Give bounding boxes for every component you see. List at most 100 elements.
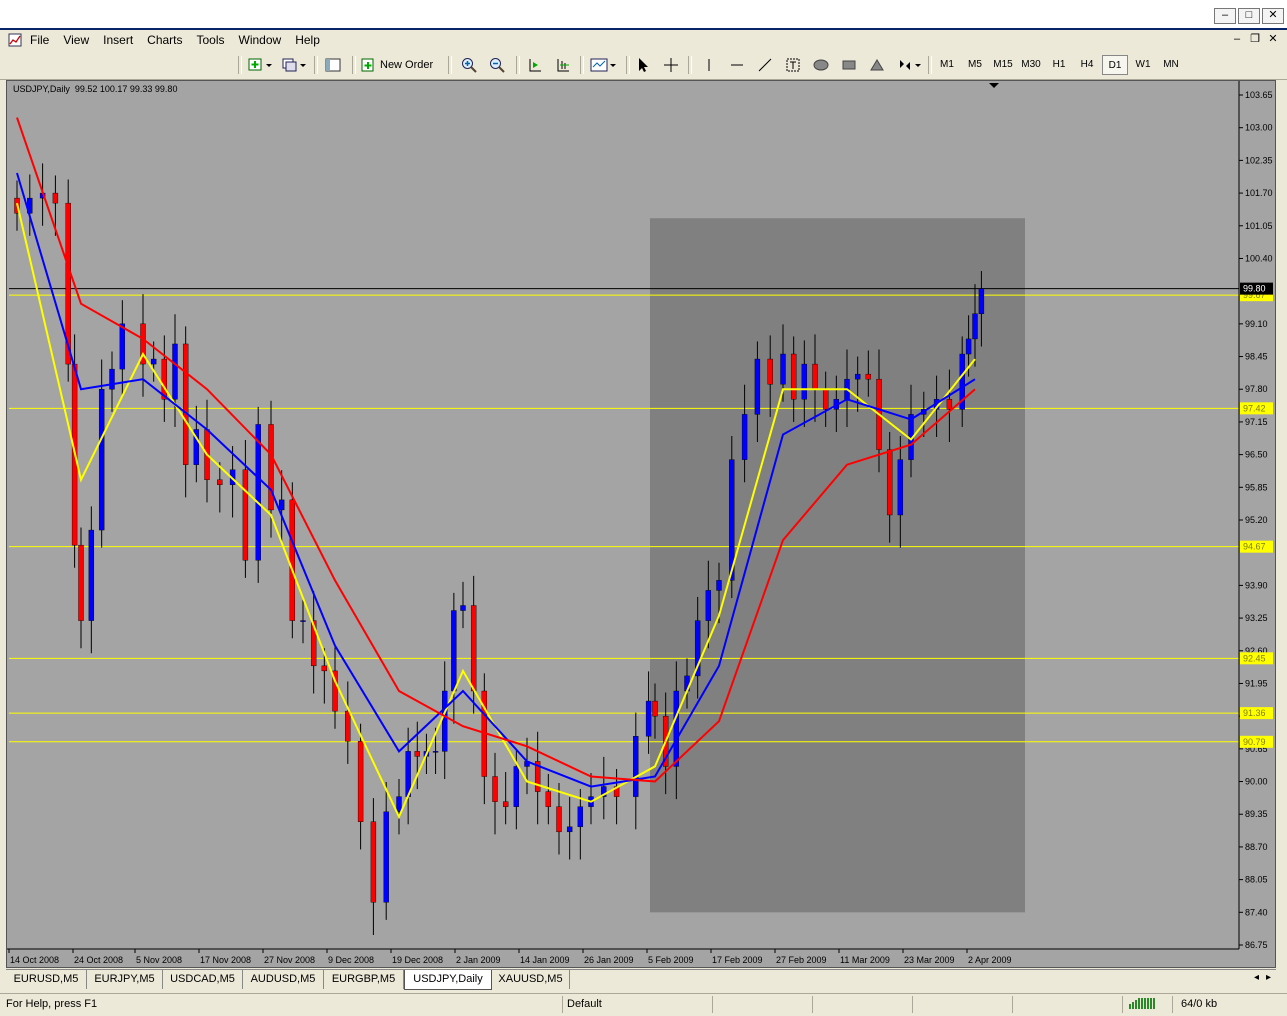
arrows-tool[interactable] — [894, 55, 924, 75]
minimize-button[interactable]: – — [1214, 8, 1236, 24]
auto-scroll-button[interactable] — [524, 55, 546, 75]
chart-tab-xauusd-m5[interactable]: XAUUSD,M5 — [492, 970, 570, 989]
menu-item-insert[interactable]: Insert — [103, 33, 133, 47]
menu-item-window[interactable]: Window — [239, 33, 282, 47]
triangle-tool[interactable] — [866, 55, 888, 75]
date-tick-label: 14 Oct 2008 — [10, 955, 59, 965]
navigator-button[interactable] — [322, 55, 344, 75]
menu-item-charts[interactable]: Charts — [147, 33, 182, 47]
menu-item-file[interactable]: File — [30, 33, 49, 47]
date-tick-label: 5 Nov 2008 — [136, 955, 182, 965]
price-tick-label: 88.05 — [1245, 875, 1268, 885]
candle-body — [217, 479, 223, 485]
date-tick-label: 2 Jan 2009 — [456, 955, 501, 965]
chart-tab-usdcad-m5[interactable]: USDCAD,M5 — [163, 970, 243, 989]
candle-body — [150, 358, 157, 365]
price-tick-label: 97.80 — [1245, 384, 1268, 394]
plot-area — [9, 83, 1239, 949]
text-tool-icon — [786, 58, 800, 72]
status-cell-empty — [912, 996, 1012, 1013]
candle-body — [383, 811, 389, 903]
date-tick-label: 27 Feb 2009 — [776, 955, 827, 965]
maximize-button[interactable]: □ — [1238, 8, 1260, 24]
text-tool[interactable] — [782, 55, 804, 75]
chart-tab-eurjpy-m5[interactable]: EURJPY,M5 — [87, 970, 163, 989]
status-profile: Default — [562, 996, 712, 1013]
price-tick-label: 91.95 — [1245, 678, 1268, 688]
tab-scroll-left-icon[interactable]: ◂ — [1254, 972, 1259, 983]
candle-body — [645, 700, 652, 737]
arrows-icon — [900, 60, 921, 70]
candle-body — [255, 424, 261, 561]
mdi-minimize-button[interactable]: – — [1229, 32, 1245, 46]
candle-body — [300, 620, 306, 622]
menu-item-view[interactable]: View — [63, 33, 89, 47]
price-tick-label: 96.50 — [1245, 450, 1268, 460]
new-order-button[interactable]: New Order — [360, 55, 438, 75]
candlestick-chart[interactable]: 103.65 103.00 102.35 101.70 101.05 100.40 99.1… — [7, 81, 1275, 967]
indicators-button[interactable] — [588, 55, 618, 75]
timeframe-m15-button[interactable]: M15 — [990, 55, 1016, 75]
toolbar-separator — [516, 56, 520, 74]
close-button[interactable]: ✕ — [1262, 8, 1284, 24]
candle-body — [767, 358, 773, 385]
date-tick-label: 17 Nov 2008 — [200, 955, 251, 965]
menu-item-tools[interactable]: Tools — [197, 33, 225, 47]
price-tick-label: 87.40 — [1245, 907, 1268, 917]
timeframe-h1-button[interactable]: H1 — [1046, 55, 1072, 75]
rectangle-tool[interactable] — [838, 55, 860, 75]
chart-tab-usdjpy-daily[interactable]: USDJPY,Daily — [404, 970, 492, 990]
app-chart-icon[interactable] — [8, 33, 22, 47]
candle-body — [673, 690, 680, 767]
candle-body — [172, 343, 178, 400]
mdi-close-button[interactable]: ✕ — [1265, 32, 1281, 46]
chart-shift-button[interactable] — [552, 55, 574, 75]
timeframe-mn-button[interactable]: MN — [1158, 55, 1184, 75]
profiles-icon — [282, 58, 306, 72]
date-tick-label: 27 Nov 2008 — [264, 955, 315, 965]
new-chart-button[interactable] — [246, 55, 274, 75]
timeframe-d1-button[interactable]: D1 — [1102, 55, 1128, 75]
menu-item-help[interactable]: Help — [295, 33, 320, 47]
date-tick-label: 2 Apr 2009 — [968, 955, 1012, 965]
timeframe-m1-button[interactable]: M1 — [934, 55, 960, 75]
chart-tab-audusd-m5[interactable]: AUDUSD,M5 — [243, 970, 324, 989]
chart-tab-eurusd-m5[interactable]: EURUSD,M5 — [6, 970, 87, 989]
candle-body — [886, 449, 893, 516]
zoom-out-button[interactable] — [486, 55, 508, 75]
chart-window[interactable]: 103.65 103.00 102.35 101.70 101.05 100.40 99.1… — [6, 80, 1276, 968]
toolbar-separator — [580, 56, 584, 74]
zoom-in-button[interactable] — [458, 55, 480, 75]
vertical-line-icon — [708, 59, 710, 71]
price-tick-label: 101.70 — [1245, 188, 1273, 198]
price-tick-label: 93.25 — [1245, 613, 1268, 623]
candle-body — [345, 710, 351, 742]
toolbar-separator — [238, 56, 242, 74]
navigator-window-icon — [325, 58, 341, 72]
toolbar-separator — [626, 56, 630, 74]
vertical-line-tool[interactable] — [698, 55, 720, 75]
timeframe-h4-button[interactable]: H4 — [1074, 55, 1100, 75]
cursor-tool-button[interactable] — [632, 55, 654, 75]
toolbar: New Order M1 M5 M15 M30 H1 H4 D1 W1 MN — [0, 51, 1287, 80]
price-tick-label: 88.70 — [1245, 842, 1268, 852]
candle-body — [897, 459, 904, 516]
current-price-label: 99.80 — [1243, 284, 1266, 294]
timeframe-m30-button[interactable]: M30 — [1018, 55, 1044, 75]
trendline-tool[interactable] — [754, 55, 776, 75]
candle-body — [357, 741, 364, 822]
profiles-button[interactable] — [280, 55, 308, 75]
candle-body — [854, 373, 861, 380]
crosshair-tool-button[interactable] — [660, 55, 682, 75]
mdi-restore-button[interactable]: ❐ — [1247, 32, 1263, 46]
candle-body — [946, 399, 953, 410]
horizontal-line-tool[interactable] — [726, 55, 748, 75]
timeframe-m5-button[interactable]: M5 — [962, 55, 988, 75]
tab-scroll-right-icon[interactable]: ▸ — [1266, 972, 1271, 983]
candle-body — [88, 529, 95, 621]
timeframe-w1-button[interactable]: W1 — [1130, 55, 1156, 75]
ellipse-tool[interactable] — [810, 55, 832, 75]
candle-body — [432, 751, 439, 753]
chart-tab-eurgbp-m5[interactable]: EURGBP,M5 — [324, 970, 404, 989]
status-help-text: For Help, press F1 — [6, 998, 98, 1010]
